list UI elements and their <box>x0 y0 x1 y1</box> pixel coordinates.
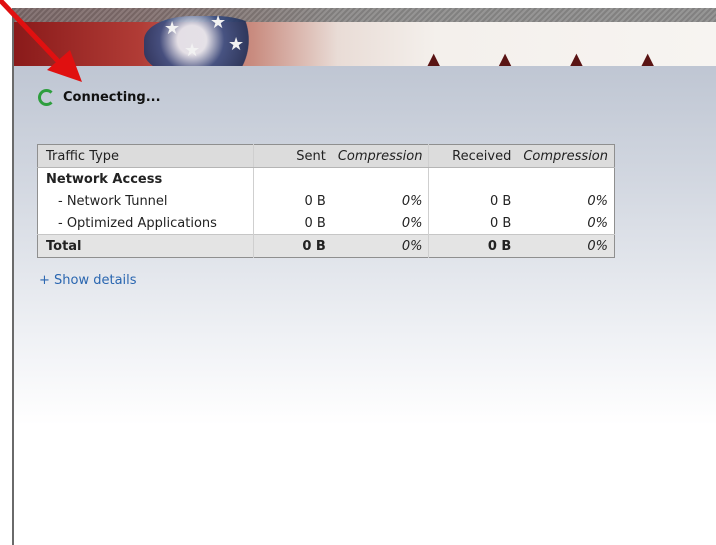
annotation-arrow-icon <box>0 0 82 82</box>
arrow-shaft <box>0 0 60 63</box>
